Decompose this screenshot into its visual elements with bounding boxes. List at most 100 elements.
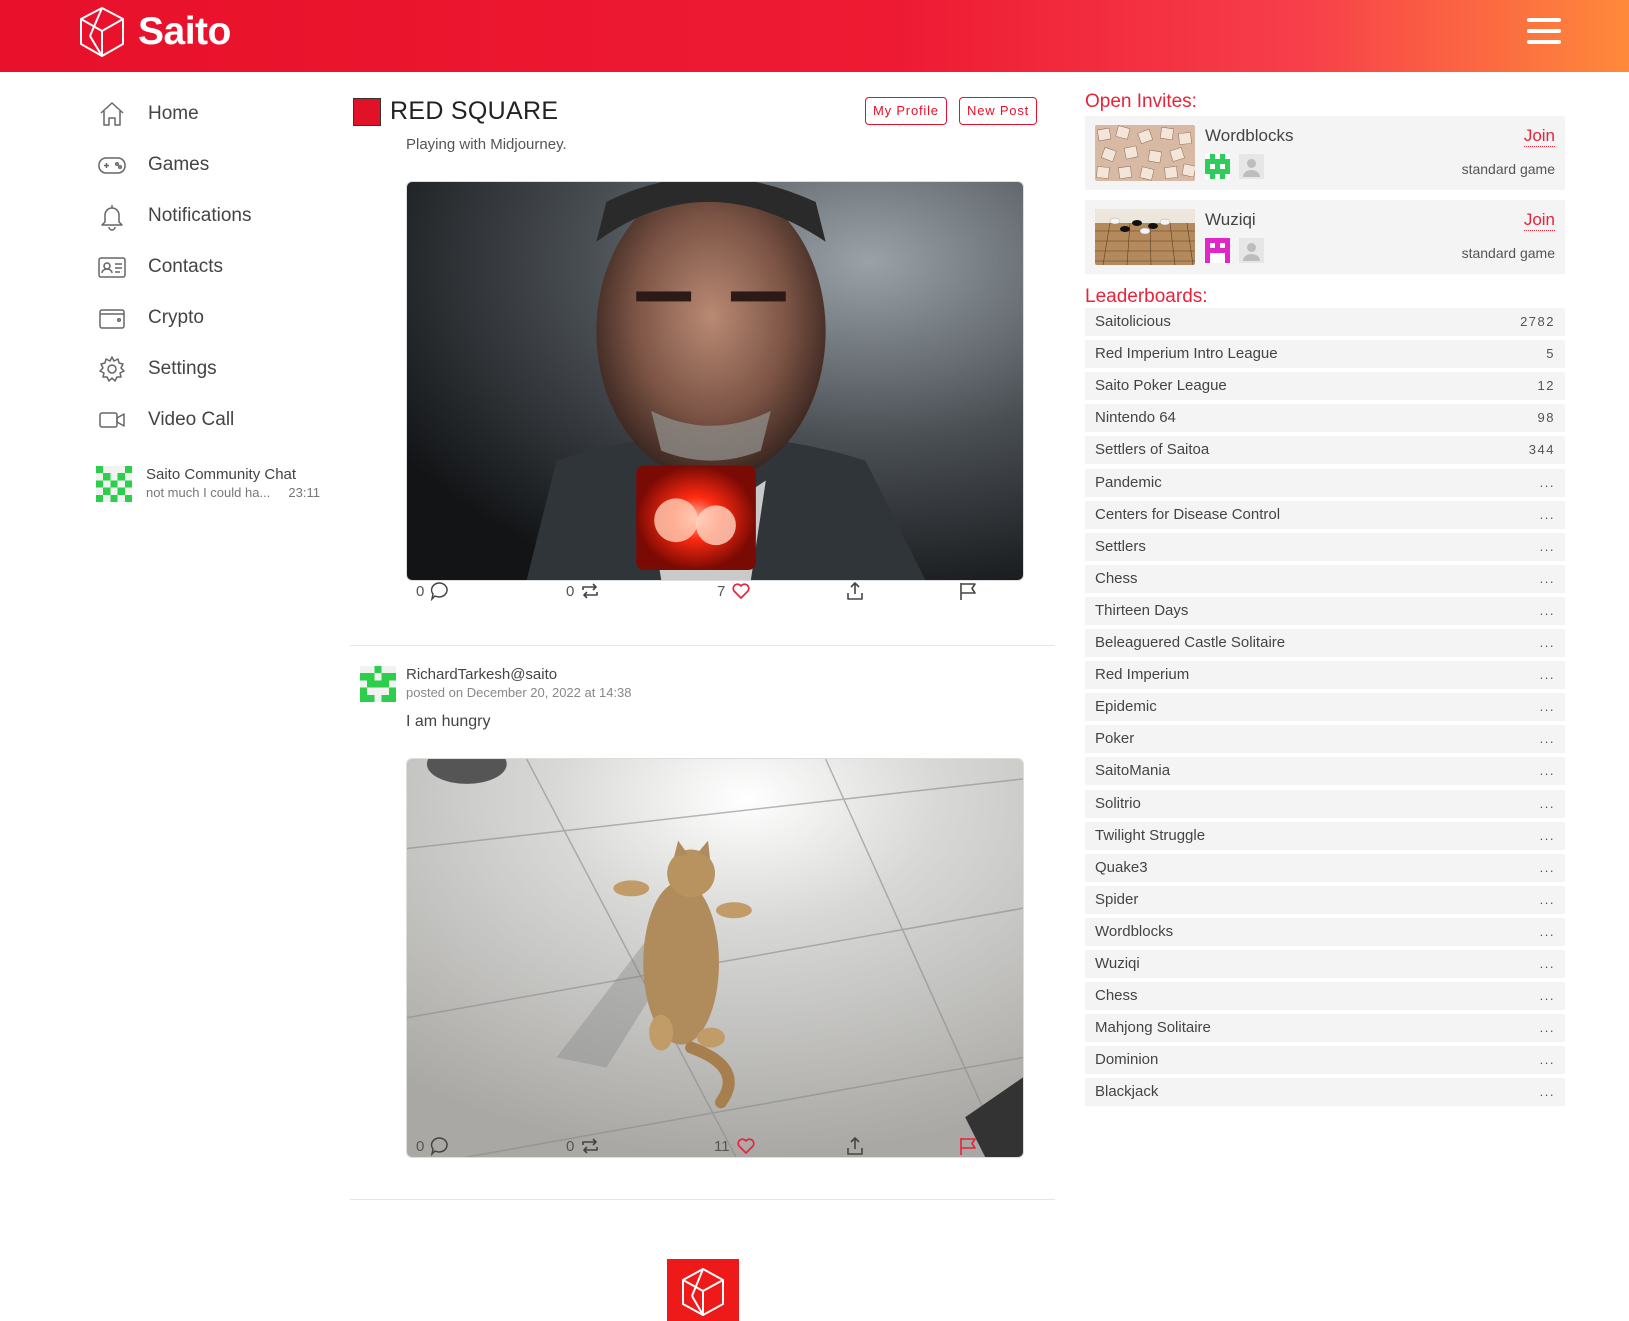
main-feed: RED SQUARE My Profile New Post Playing w…: [350, 72, 1055, 1321]
leaderboard-row[interactable]: Thirteen Days...: [1085, 596, 1565, 625]
leaderboard-row[interactable]: Beleaguered Castle Solitaire...: [1085, 629, 1565, 657]
sidebar-item-settings[interactable]: Settings: [96, 343, 336, 394]
leaderboard-name: Chess: [1095, 569, 1138, 587]
post-image[interactable]: [406, 758, 1024, 1158]
midjourney-portrait-image: [407, 182, 1023, 580]
open-invites-title: Open Invites:: [1085, 91, 1197, 112]
leaderboard-row[interactable]: Dominion...: [1085, 1046, 1565, 1075]
bell-icon: [96, 200, 128, 232]
comment-icon: [431, 1137, 449, 1157]
leaderboard-row[interactable]: Nintendo 64 98: [1085, 404, 1565, 433]
leaderboard-row[interactable]: Red Imperium Intro League 5: [1085, 340, 1565, 369]
leaderboard-value: ...: [1539, 1052, 1555, 1068]
sidebar-item-label: Video Call: [148, 408, 235, 430]
leaderboard-row[interactable]: Chess...: [1085, 564, 1565, 593]
leaderboard-name: Saito Poker League: [1095, 377, 1227, 395]
leaderboard-row[interactable]: Epidemic...: [1085, 693, 1565, 722]
share-button[interactable]: [844, 580, 866, 602]
retweet-count: 0: [566, 1137, 575, 1155]
leaderboard-name: Poker: [1095, 730, 1135, 748]
post-author[interactable]: RichardTarkesh@saito: [406, 666, 557, 683]
like-button[interactable]: 11: [714, 1135, 757, 1157]
join-button[interactable]: Join: [1523, 210, 1555, 231]
leaderboard-row[interactable]: Wordblocks...: [1085, 917, 1565, 946]
retweet-button[interactable]: 0: [566, 1135, 601, 1157]
chat-community[interactable]: Saito Community Chat not much I could ha…: [96, 464, 326, 504]
leaderboard-row[interactable]: SaitoMania...: [1085, 757, 1565, 786]
avatar[interactable]: [360, 666, 396, 702]
my-profile-button[interactable]: My Profile: [865, 97, 947, 125]
chat-time: 23:11: [288, 485, 320, 500]
comment-button[interactable]: 0: [416, 1135, 451, 1157]
leaderboard-value: ...: [1539, 538, 1555, 554]
leaderboard-row[interactable]: Twilight Struggle...: [1085, 821, 1565, 850]
empty-player-slot-icon: [1239, 238, 1264, 263]
leaderboard-value: ...: [1539, 602, 1555, 618]
saito-cube-icon: [80, 7, 124, 57]
leaderboard-value: ...: [1539, 1084, 1555, 1100]
leaderboard-row[interactable]: Mahjong Solitaire...: [1085, 1014, 1565, 1043]
leaderboard-value: ...: [1539, 667, 1555, 683]
saito-logo[interactable]: Saito: [78, 6, 231, 58]
leaderboard-row[interactable]: Settlers...: [1085, 532, 1565, 561]
leaderboard-row[interactable]: Spider...: [1085, 885, 1565, 914]
leaderboard-row[interactable]: Blackjack...: [1085, 1078, 1565, 1107]
leaderboard-value: ...: [1539, 506, 1555, 522]
comment-icon: [431, 582, 449, 602]
sidebar-item-home[interactable]: Home: [96, 88, 336, 139]
invite-card[interactable]: Wuziqi Join standard game: [1085, 200, 1565, 274]
sidebar-item-crypto[interactable]: Crypto: [96, 292, 336, 343]
leaderboard-value: ...: [1539, 795, 1555, 811]
leaderboard-row[interactable]: Saito Poker League 12: [1085, 372, 1565, 401]
leaderboard-name: Solitrio: [1095, 794, 1141, 812]
like-button[interactable]: 7: [717, 580, 752, 602]
leaderboard-row[interactable]: Saitolicious 2782: [1085, 308, 1565, 336]
sidebar-item-video-call[interactable]: Video Call: [96, 394, 336, 445]
loading-logo: [667, 1259, 739, 1321]
new-post-button[interactable]: New Post: [959, 97, 1038, 125]
leaderboard-row[interactable]: Red Imperium...: [1085, 661, 1565, 690]
retweet-icon: [582, 583, 599, 599]
leaderboard-row[interactable]: Centers for Disease Control...: [1085, 500, 1565, 529]
post-divider: [350, 1199, 1055, 1200]
post-image[interactable]: [406, 181, 1024, 581]
leaderboard-row[interactable]: Settlers of Saitoa 344: [1085, 436, 1565, 465]
leaderboard-name: Wordblocks: [1095, 922, 1174, 940]
leaderboard-row[interactable]: Quake3...: [1085, 853, 1565, 882]
leaderboard-name: Settlers: [1095, 537, 1146, 555]
home-icon: [96, 98, 128, 130]
video-camera-icon: [96, 404, 128, 436]
leaderboard-row[interactable]: Pandemic...: [1085, 468, 1565, 497]
leaderboard-row[interactable]: Chess...: [1085, 982, 1565, 1011]
leaderboard-value: ...: [1539, 859, 1555, 875]
page-title: RED SQUARE: [390, 97, 559, 125]
leaderboard-value: ...: [1539, 474, 1555, 490]
leaderboard-row[interactable]: Solitrio...: [1085, 789, 1565, 818]
sidebar-item-games[interactable]: Games: [96, 139, 336, 190]
sidebar-item-contacts[interactable]: Contacts: [96, 241, 336, 292]
post-text: Playing with Midjourney.: [406, 136, 567, 153]
sidebar-nav: Home Games Notifications Contacts Crypto…: [96, 88, 336, 445]
join-button[interactable]: Join: [1523, 126, 1555, 147]
sidebar-item-notifications[interactable]: Notifications: [96, 190, 336, 241]
top-header: Saito: [0, 0, 1629, 72]
comment-button[interactable]: 0: [416, 580, 451, 602]
hamburger-menu-icon[interactable]: [1527, 18, 1561, 44]
flag-button[interactable]: [957, 1135, 979, 1157]
invite-card[interactable]: Wordblocks Join standard game: [1085, 116, 1565, 190]
leaderboard-value: ...: [1539, 731, 1555, 747]
leaderboard-value: 98: [1537, 410, 1555, 426]
flag-button[interactable]: [957, 580, 979, 602]
leaderboard-name: Centers for Disease Control: [1095, 505, 1281, 523]
leaderboard-row[interactable]: Wuziqi...: [1085, 950, 1565, 978]
contact-card-icon: [96, 251, 128, 283]
red-square-logo: [353, 98, 381, 126]
chat-last-message: not much I could ha...: [146, 485, 271, 500]
leaderboard-name: Chess: [1095, 987, 1138, 1005]
leaderboard-row[interactable]: Poker...: [1085, 725, 1565, 754]
retweet-button[interactable]: 0: [566, 580, 601, 602]
share-button[interactable]: [844, 1135, 866, 1157]
flag-icon: [960, 583, 976, 600]
leaderboard-name: Epidemic: [1095, 698, 1157, 716]
leaderboard-name: Dominion: [1095, 1051, 1159, 1069]
